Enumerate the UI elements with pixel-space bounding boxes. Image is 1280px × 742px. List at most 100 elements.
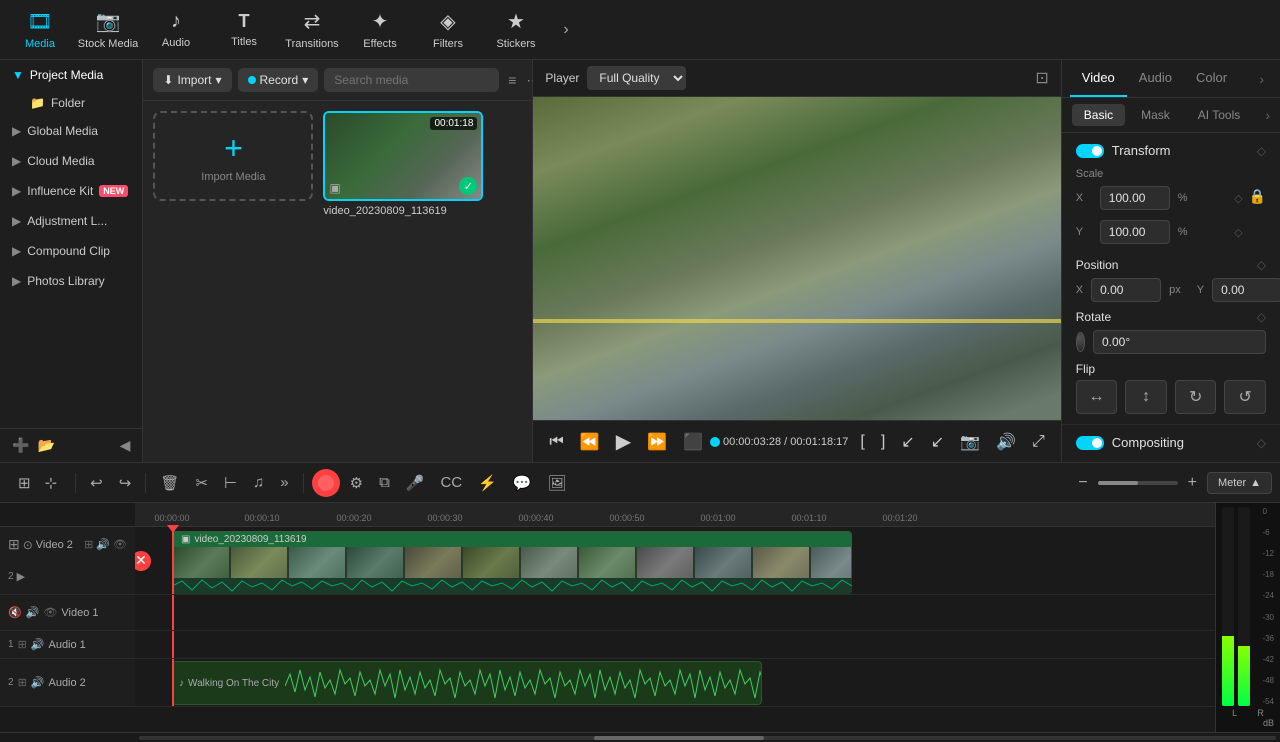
scrollbar-thumb[interactable] [594,736,765,740]
add-track-icon[interactable]: ➕ [12,437,29,454]
overwrite-button[interactable]: ↙ [927,430,948,454]
toolbar-item-titles[interactable]: T Titles [212,4,276,56]
stop-button[interactable]: ⬛ [679,430,707,454]
tab-audio[interactable]: Audio [1127,60,1184,97]
tl-more-button[interactable]: » [274,470,294,495]
clip-delete-button[interactable]: ✕ [135,551,151,571]
scale-x-diamond[interactable]: ◇ [1234,192,1242,205]
subtab-basic[interactable]: Basic [1072,104,1125,126]
track-icon-v1-vol[interactable]: 🔊 [26,606,40,619]
scale-y-diamond[interactable]: ◇ [1234,226,1242,239]
tl-autocut-button[interactable]: ⚡ [472,470,503,496]
sidebar-item-cloudmedia[interactable]: ▶ Cloud Media [0,146,142,176]
zoom-out-button[interactable]: − [1072,472,1093,494]
subtab-mask[interactable]: Mask [1129,104,1182,126]
progress-handle[interactable] [710,437,720,447]
lock-ratio[interactable]: 🔒 [1249,188,1266,205]
position-diamond[interactable]: ◇ [1257,258,1266,272]
meter-button[interactable]: Meter ▲ [1207,472,1272,494]
add-media-button[interactable]: + Import Media [153,111,313,201]
right-panel-expand[interactable]: › [1251,63,1272,95]
fullscreen-button[interactable]: ⤢ [1028,431,1049,453]
zoom-slider[interactable] [1098,481,1178,485]
skip-back-button[interactable]: ⏮ [545,431,567,453]
toolbar-item-audio[interactable]: ♪ Audio [144,4,208,56]
insert-button[interactable]: ↙ [897,430,918,454]
track-add-icon-v2[interactable]: ⊞ [8,536,20,553]
track-link-icon-v2[interactable]: ⊙ [23,538,33,552]
scale-y-input[interactable] [1100,220,1170,244]
frame-forward-button[interactable]: ⏩ [643,430,671,454]
tl-redo-button[interactable]: ↪ [113,470,138,496]
flip-h-button[interactable]: ↔ [1076,380,1118,414]
scale-x-input[interactable] [1100,186,1170,210]
sidebar-item-adjustmentl[interactable]: ▶ Adjustment L... [0,206,142,236]
tl-screenshot-button[interactable]: 🖼 [542,470,573,496]
filter-icon[interactable]: ≡ [505,69,519,91]
record-button[interactable]: Record ▾ [238,68,319,92]
sidebar-collapse-icon[interactable]: ◀ [120,437,131,454]
frame-back-button[interactable]: ⏪ [576,430,604,454]
subtab-aitools[interactable]: AI Tools [1186,104,1252,126]
zoom-in-button[interactable]: + [1182,472,1203,494]
toolbar-item-filters[interactable]: ◈ Filters [416,4,480,56]
toolbar-item-media[interactable]: 🎞 Media [8,4,72,56]
sidebar-item-influencekit[interactable]: ▶ Influence Kit NEW [0,176,142,206]
tl-speech-button[interactable]: 💬 [507,470,538,496]
mark-out-button[interactable]: ] [877,431,889,453]
track-icon-v1-mute[interactable]: 🔇 [8,606,22,619]
play-icon-v2[interactable]: ▶ [17,570,25,583]
flip-r1-button[interactable]: ↻ [1175,380,1217,414]
tl-delete-button[interactable]: 🗑 [154,470,185,496]
tl-crop-button[interactable]: ⧉ [373,470,396,495]
folder-add-icon[interactable]: 📂 [37,437,54,454]
tab-video[interactable]: Video [1070,60,1127,97]
quality-select[interactable]: Full Quality Half Quality [587,66,686,90]
compositing-keyframe[interactable]: ◇ [1257,436,1266,450]
track-icon-a1-vol[interactable]: 🔊 [31,638,45,651]
rotate-input[interactable] [1093,330,1266,354]
sidebar-item-photosl[interactable]: ▶ Photos Library [0,266,142,296]
flip-v-button[interactable]: ↕ [1125,380,1167,414]
toolbar-expand-arrow[interactable]: › [552,4,580,56]
import-button[interactable]: ⬇ Import ▾ [153,68,231,92]
tl-cut-button[interactable]: ✂ [189,470,214,496]
track-visible-v1[interactable]: 👁 [43,606,57,619]
search-input[interactable] [324,68,499,92]
pos-y-input[interactable] [1212,278,1280,302]
audio-clip[interactable]: ♪ Walking On The City [172,661,762,705]
sidebar-item-globalmedia[interactable]: ▶ Global Media [0,116,142,146]
tl-trim-button[interactable]: ⊢ [218,470,243,496]
pos-x-input[interactable] [1091,278,1161,302]
track-icon-v2-1[interactable]: ⊞ [84,538,93,551]
volume-button[interactable]: 🔊 [992,430,1020,454]
track-icon-a2-vol[interactable]: 🔊 [31,676,45,689]
transform-keyframe[interactable]: ◇ [1257,144,1266,158]
tl-record-button[interactable] [312,469,340,497]
track-icon-a2-1[interactable]: ⊞ [18,676,27,689]
tl-layout-button[interactable]: ⊞ [12,470,37,496]
toolbar-item-transitions[interactable]: ⇄ Transitions [280,4,344,56]
track-icon-a1-1[interactable]: ⊞ [18,638,27,651]
toolbar-item-stickers[interactable]: ★ Stickers [484,4,548,56]
tl-mic-button[interactable]: 🎤 [400,470,431,496]
sub-tabs-expand[interactable]: › [1265,107,1270,123]
toolbar-item-effects[interactable]: ✦ Effects [348,4,412,56]
tab-color[interactable]: Color [1184,60,1239,97]
screenshot-button[interactable]: 📷 [956,430,984,454]
scrollbar-track[interactable] [139,736,1276,740]
media-item[interactable]: 00:01:18 ▣ ✓ video_20230809_113619 [323,111,483,452]
sidebar-item-compoundclip[interactable]: ▶ Compound Clip [0,236,142,266]
track-icon-v2-2[interactable]: 🔊 [96,538,110,551]
sidebar-item-folder[interactable]: 📁 Folder [0,90,142,116]
rotate-diamond[interactable]: ◇ [1257,310,1266,324]
transform-toggle[interactable] [1076,144,1104,158]
tl-undo-button[interactable]: ↩ [84,470,109,496]
tl-settings-button[interactable]: ⚙ [344,470,369,496]
compositing-toggle[interactable] [1076,436,1104,450]
mark-in-button[interactable]: [ [856,431,868,453]
sidebar-item-projectmedia[interactable]: ▼ Project Media [0,60,142,90]
track-visible-v2[interactable]: 👁 [113,538,127,551]
tl-select-button[interactable]: ⊹ [39,470,64,496]
flip-r2-button[interactable]: ↺ [1224,380,1266,414]
